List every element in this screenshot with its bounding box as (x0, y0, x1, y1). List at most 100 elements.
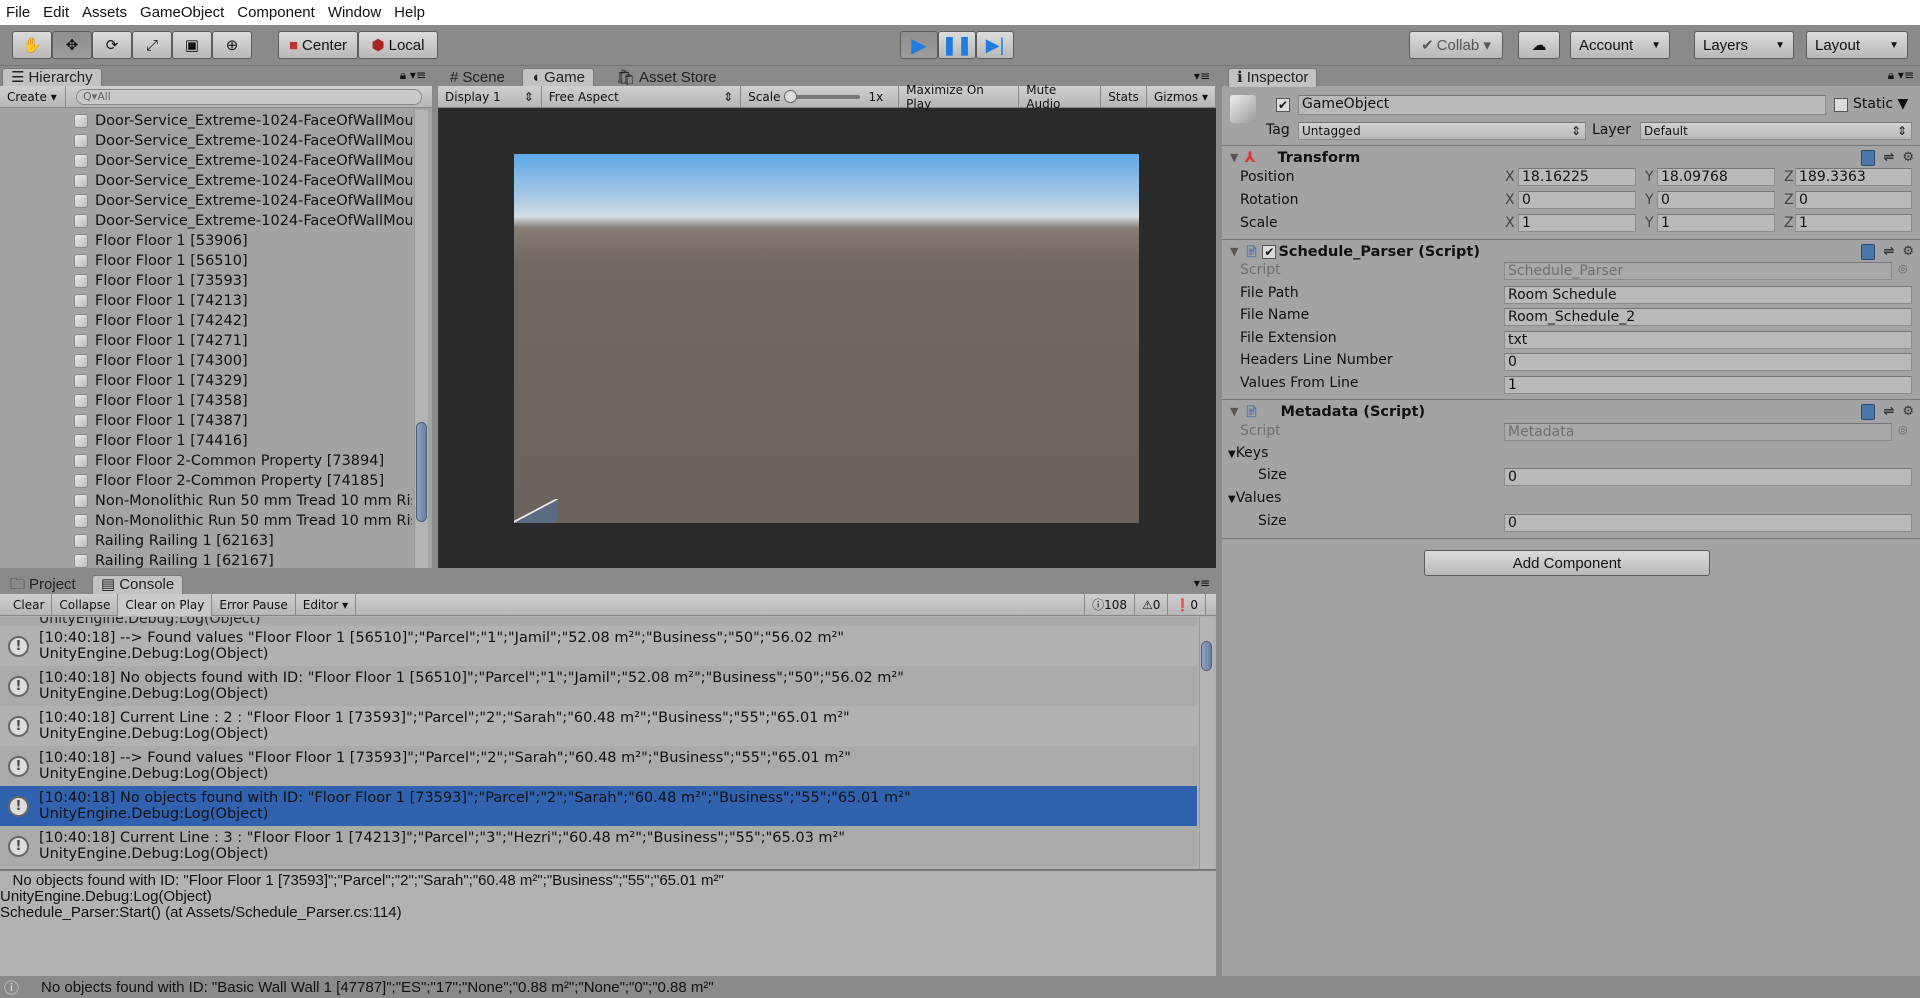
menu-edit[interactable]: Edit (43, 4, 69, 21)
transform-scale-y-input[interactable]: 1 (1657, 214, 1775, 232)
menu-window[interactable]: Window (328, 4, 381, 21)
tab-hierarchy[interactable]: ☰ Hierarchy (2, 68, 102, 87)
gear-icon[interactable]: ⚙ (1902, 150, 1914, 166)
transform-rotation-y-input[interactable]: 0 (1657, 191, 1775, 209)
error-filter-toggle[interactable]: ❗ 0 (1168, 593, 1206, 616)
transform-position-z-input[interactable]: 189.3363 (1795, 168, 1912, 186)
metadata-header[interactable]: ▼ 📄︎ Metadata (Script) ⇌ ⚙ (1222, 399, 1920, 423)
hierarchy-item[interactable]: Door-Service_Extreme-1024-FaceOfWallMoui (74, 131, 412, 151)
menu-gameobject[interactable]: GameObject (140, 4, 224, 21)
hierarchy-item[interactable]: Floor Floor 2-Common Property [74185] (74, 471, 412, 491)
object-picker-icon[interactable]: ◎ (1898, 423, 1908, 436)
step-button[interactable]: ▶| (976, 31, 1014, 59)
transform-tool-button[interactable]: ⊕ (212, 31, 252, 59)
hierarchy-item[interactable]: Door-Service_Extreme-1024-FaceOfWallMoui (74, 111, 412, 131)
hierarchy-item[interactable]: Floor Floor 1 [74358] (74, 391, 412, 411)
slider-thumb[interactable] (784, 89, 798, 103)
status-bar[interactable]: ⓘ No objects found with ID: "Basic Wall … (0, 976, 1920, 998)
pause-button[interactable]: ❚❚ (938, 31, 976, 59)
field-input[interactable]: 1 (1504, 375, 1912, 394)
metadata-script-field[interactable]: Metadata (1504, 423, 1892, 441)
tab-project[interactable]: 🗀 Project (2, 575, 84, 594)
scale-slider[interactable] (784, 89, 861, 103)
hierarchy-item[interactable]: Floor Floor 1 [56510] (74, 251, 412, 271)
values-foldout[interactable]: ▼Values (1228, 490, 1281, 506)
tab-asset-store[interactable]: 🛍︎ Asset Store (608, 68, 725, 87)
hierarchy-item[interactable]: Floor Floor 1 [53906] (74, 231, 412, 251)
schedule-parser-header[interactable]: ▼ 📄︎ ✔ Schedule_Parser (Script) ⇌ ⚙ (1222, 239, 1920, 263)
transform-position-x-input[interactable]: 18.16225 (1518, 168, 1636, 186)
hierarchy-scrollbar[interactable] (414, 110, 428, 568)
error-pause-toggle[interactable]: Error Pause (212, 593, 296, 616)
rect-tool-button[interactable]: ▣ (172, 31, 212, 59)
menu-assets[interactable]: Assets (82, 4, 127, 21)
console-log-entry[interactable]: ! [10:40:18] No objects found with ID: "F… (0, 666, 1197, 706)
tab-scene[interactable]: # Scene (442, 68, 513, 87)
gear-icon[interactable]: ⚙ (1902, 404, 1914, 420)
editor-dropdown[interactable]: Editor ▾ (296, 593, 357, 616)
hierarchy-item[interactable]: Floor Floor 1 [74300] (74, 351, 412, 371)
transform-header[interactable]: ▼ ⅄ Transform ⇌ ⚙ (1222, 145, 1920, 169)
hierarchy-item[interactable]: Railing Railing 1 [62167] (74, 551, 412, 571)
layout-dropdown[interactable]: Layout ▼ (1806, 31, 1908, 59)
transform-scale-x-input[interactable]: 1 (1518, 214, 1636, 232)
field-input[interactable]: 0 (1504, 353, 1912, 372)
values-size-input[interactable]: 0 (1504, 514, 1912, 532)
hierarchy-item[interactable]: Floor Floor 1 [73593] (74, 271, 412, 291)
hierarchy-item[interactable]: Door-Service_Extreme-1024-FaceOfWallMoui (74, 211, 412, 231)
gear-icon[interactable]: ⚙ (1902, 244, 1914, 260)
console-log-entry[interactable]: ! [10:40:18] --> Found values "Floor Floo… (0, 626, 1197, 666)
object-picker-icon[interactable]: ◎ (1898, 262, 1908, 275)
tab-game[interactable]: ◖ Game (522, 68, 594, 87)
console-scrollbar[interactable] (1199, 617, 1213, 869)
transform-rotation-z-input[interactable]: 0 (1795, 191, 1912, 209)
transform-position-y-input[interactable]: 18.09768 (1657, 168, 1775, 186)
account-dropdown[interactable]: Account ▼ (1570, 31, 1670, 59)
cloud-button[interactable]: ☁ (1518, 31, 1560, 59)
field-input[interactable]: Room_Schedule_2 (1504, 308, 1912, 327)
hierarchy-item[interactable]: Door-Service_Extreme-1024-FaceOfWallMoui (74, 191, 412, 211)
hierarchy-item[interactable]: Floor Floor 2-Common Property [73894] (74, 451, 412, 471)
object-name-input[interactable]: GameObject (1298, 95, 1826, 115)
pivot-center-button[interactable]: ■ Center (278, 31, 358, 59)
hierarchy-item[interactable]: Floor Floor 1 [74271] (74, 331, 412, 351)
help-icon[interactable] (1861, 403, 1876, 420)
hierarchy-item[interactable]: Non-Monolithic Run 50 mm Tread 10 mm Ris (74, 491, 412, 511)
console-log-entry[interactable]: ! [10:40:18] --> Found values "Floor Floo… (0, 746, 1197, 786)
display-select[interactable]: Display 1 ⇕ (438, 85, 542, 108)
tag-select[interactable]: Untagged ⇕ (1298, 122, 1586, 140)
layers-dropdown[interactable]: Layers ▼ (1694, 31, 1794, 59)
lock-icon[interactable]: 🔒︎ ▾≡ (400, 68, 426, 83)
preset-icon[interactable]: ⇌ (1883, 244, 1894, 260)
aspect-select[interactable]: Free Aspect ⇕ (542, 85, 742, 108)
script-field[interactable]: Schedule_Parser (1504, 262, 1892, 280)
pivot-local-button[interactable]: ⬢ Local (358, 31, 438, 59)
clear-button[interactable]: Clear (6, 593, 53, 616)
scrollbar-thumb[interactable] (1201, 641, 1212, 671)
static-checkbox[interactable] (1834, 98, 1848, 112)
hierarchy-item[interactable]: Door-Service_Extreme-1024-FaceOfWallMoui (74, 151, 412, 171)
scrollbar-thumb[interactable] (416, 422, 427, 522)
hierarchy-item[interactable]: Door-Service_Extreme-1024-FaceOfWallMoui (74, 171, 412, 191)
help-icon[interactable] (1861, 243, 1876, 260)
help-icon[interactable] (1861, 149, 1876, 166)
rotate-tool-button[interactable]: ⟳ (92, 31, 132, 59)
hierarchy-search-input[interactable]: Q▾All (76, 88, 422, 105)
maximize-on-play-toggle[interactable]: Maximize On Play (899, 83, 1020, 111)
keys-foldout[interactable]: ▼Keys (1228, 445, 1268, 461)
foldout-icon[interactable]: ▼ (1230, 151, 1238, 164)
hierarchy-item[interactable]: Floor Floor 1 [74416] (74, 431, 412, 451)
menu-file[interactable]: File (6, 4, 30, 21)
scale-tool-button[interactable]: ⤢ (132, 31, 172, 59)
collapse-button[interactable]: Collapse (52, 593, 119, 616)
stats-toggle[interactable]: Stats (1101, 85, 1147, 108)
foldout-icon[interactable]: ▼ (1230, 245, 1238, 258)
menu-help[interactable]: Help (394, 4, 425, 21)
console-log-entry[interactable]: ! [10:40:18] No objects found with ID: "F… (0, 786, 1197, 826)
hierarchy-item[interactable]: Floor Floor 1 [74213] (74, 291, 412, 311)
preset-icon[interactable]: ⇌ (1883, 404, 1894, 420)
console-log-entry[interactable]: ! [10:40:18] Current Line : 3 : "Floor Fl… (0, 826, 1197, 866)
hand-tool-button[interactable]: ✋ (12, 31, 52, 59)
tab-inspector[interactable]: ℹ Inspector (1228, 68, 1318, 87)
active-checkbox[interactable]: ✔ (1276, 98, 1290, 112)
